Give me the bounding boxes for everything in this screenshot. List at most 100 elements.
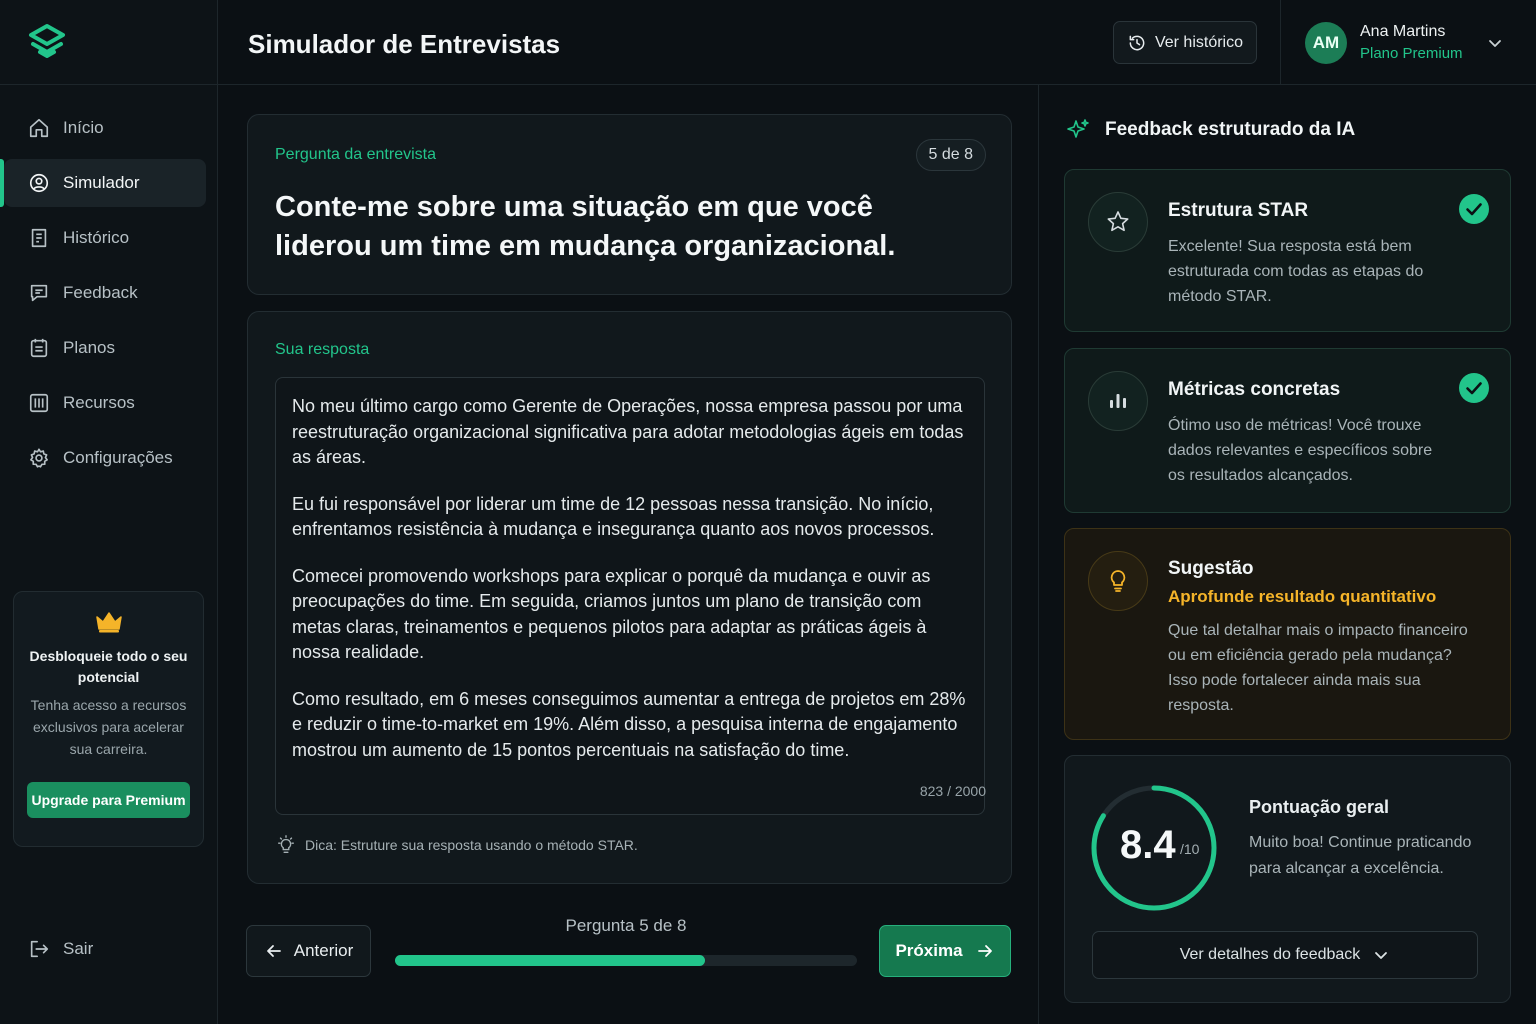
answer-paragraph: No meu último cargo como Gerente de Oper… <box>292 396 964 467</box>
bar-chart-icon <box>1105 388 1131 414</box>
sidebar-item-recursos[interactable]: Recursos <box>4 379 206 427</box>
plans-icon <box>28 337 50 359</box>
logout-icon <box>28 938 50 960</box>
sparkle-icon <box>1065 117 1091 143</box>
page-title: Simulador de Entrevistas <box>248 29 561 59</box>
next-button[interactable]: Próxima <box>879 925 1011 977</box>
user-name: Ana Martins <box>1360 23 1446 40</box>
check-icon <box>1459 373 1489 403</box>
sidebar: Início Simulador Histórico Feedback Plan… <box>0 0 218 1024</box>
sidebar-item-label: Feedback <box>63 283 138 302</box>
sidebar-item-simulador[interactable]: Simulador <box>0 159 206 207</box>
feedback-card-star: Estrutura STAR Excelente! Sua resposta e… <box>1064 169 1511 332</box>
progress-current: 5 <box>639 916 649 935</box>
answer-paragraph: Eu fui responsável por liderar um time d… <box>292 493 935 540</box>
tip-text: Dica: Estruture sua resposta usando o mé… <box>305 837 638 853</box>
score-title: Pontuação geral <box>1249 797 1390 817</box>
progress-prefix: Pergunta <box>565 916 640 935</box>
feedback-badge <box>1088 551 1148 611</box>
sidebar-item-label: Configurações <box>63 448 173 467</box>
upgrade-title: Desbloqueie todo o seu potencial <box>29 648 188 685</box>
suggestion-card: Sugestão Aprofunde resultado quantitativ… <box>1064 528 1511 740</box>
arrow-right-icon <box>975 941 995 961</box>
lightbulb-icon <box>1105 568 1131 594</box>
view-history-label: Ver histórico <box>1154 33 1244 51</box>
progress-bar <box>395 955 857 966</box>
sidebar-item-label: Recursos <box>63 393 135 412</box>
upgrade-text: Tenha acesso a recursos exclusivos para … <box>30 697 187 757</box>
feedback-details-button[interactable]: Ver detalhes do feedback <box>1092 931 1478 979</box>
progress-label: Pergunta 5 de 8 <box>395 916 857 936</box>
feedback-card-text: Excelente! Sua resposta está bem estrutu… <box>1168 238 1424 305</box>
question-card: Pergunta da entrevista 5 de 8 Conte-me s… <box>247 114 1012 295</box>
chevron-down-icon[interactable] <box>1486 34 1504 52</box>
resources-icon <box>28 392 50 414</box>
next-label: Próxima <box>895 941 963 960</box>
sidebar-divider <box>0 84 218 85</box>
logout-label: Sair <box>63 939 94 958</box>
score-max: /10 <box>1180 841 1200 857</box>
avatar[interactable]: AM <box>1305 22 1347 64</box>
sidebar-item-label: Histórico <box>63 228 130 247</box>
feedback-card-title: Estrutura STAR <box>1168 200 1309 221</box>
sidebar-item-label: Planos <box>63 338 115 357</box>
progress-total: 8 <box>677 916 687 935</box>
view-history-button[interactable]: Ver histórico <box>1113 21 1257 64</box>
previous-button[interactable]: Anterior <box>246 925 371 977</box>
sidebar-item-historico[interactable]: Histórico <box>4 214 206 262</box>
upgrade-card: Desbloqueie todo o seu potencial Tenha a… <box>13 591 204 847</box>
sidebar-item-label: Simulador <box>63 173 140 192</box>
app-logo-icon[interactable] <box>26 22 68 64</box>
answer-paragraph: Comecei promovendo workshops para explic… <box>292 565 931 663</box>
gear-icon <box>28 447 50 469</box>
feedback-title: Feedback estruturado da IA <box>1105 119 1356 140</box>
answer-paragraph: Como resultado, em 6 meses conseguimos a… <box>292 688 966 760</box>
star-icon <box>1105 209 1131 235</box>
question-text: Conte-me sobre uma situação em que você … <box>275 191 896 262</box>
answer-card: Sua resposta No meu último cargo como Ge… <box>247 311 1012 884</box>
feedback-details-label: Ver detalhes do feedback <box>1179 946 1361 963</box>
progress-bar-fill <box>395 955 705 966</box>
sidebar-nav: Início Simulador Histórico Feedback Plan… <box>0 104 218 489</box>
score-card: 8.4 /10 Pontuação geral Muito boa! Conti… <box>1064 755 1511 1003</box>
check-icon <box>1459 194 1489 224</box>
suggestion-text: Que tal detalhar mais o impacto financei… <box>1168 622 1468 714</box>
answer-tip: Dica: Estruture sua resposta usando o mé… <box>275 834 638 856</box>
previous-label: Anterior <box>293 941 354 960</box>
chat-icon <box>28 282 50 304</box>
sidebar-item-planos[interactable]: Planos <box>4 324 206 372</box>
lightbulb-icon <box>275 834 297 856</box>
question-label: Pergunta da entrevista <box>275 146 436 163</box>
top-header: Simulador de Entrevistas Ver histórico A… <box>218 0 1536 85</box>
panel-divider <box>1038 85 1039 1024</box>
sidebar-item-label: Início <box>63 118 104 137</box>
score-text: Muito boa! Continue praticando para alca… <box>1249 834 1472 877</box>
history-doc-icon <box>28 227 50 249</box>
feedback-card-title: Métricas concretas <box>1168 379 1341 400</box>
user-plan: Plano Premium <box>1360 45 1463 62</box>
arrow-left-icon <box>264 941 284 961</box>
feedback-badge <box>1088 192 1148 252</box>
simulator-icon <box>28 172 50 194</box>
header-divider <box>1280 0 1281 85</box>
sidebar-item-inicio[interactable]: Início <box>4 104 206 152</box>
answer-label: Sua resposta <box>275 341 370 358</box>
sidebar-item-feedback[interactable]: Feedback <box>4 269 206 317</box>
feedback-badge <box>1088 371 1148 431</box>
logout-button[interactable]: Sair <box>28 938 93 960</box>
feedback-card-metrics: Métricas concretas Ótimo uso de métricas… <box>1064 348 1511 513</box>
chevron-down-icon <box>1372 946 1390 964</box>
answer-textarea[interactable]: No meu último cargo como Gerente de Oper… <box>275 377 986 815</box>
progress-middle: de <box>648 916 678 935</box>
feedback-card-text: Ótimo uso de métricas! Você trouxe dados… <box>1168 417 1433 484</box>
question-counter-badge: 5 de 8 <box>915 139 986 171</box>
upgrade-button[interactable]: Upgrade para Premium <box>27 782 190 818</box>
feedback-header: Feedback estruturado da IA <box>1065 117 1355 143</box>
sidebar-item-configuracoes[interactable]: Configurações <box>4 434 206 482</box>
crown-icon <box>94 610 124 634</box>
suggestion-subtitle: Aprofunde resultado quantitativo <box>1168 587 1437 606</box>
history-icon <box>1127 33 1147 53</box>
home-icon <box>28 117 50 139</box>
suggestion-title: Sugestão <box>1168 558 1254 579</box>
score-value: 8.4 <box>1120 823 1176 867</box>
